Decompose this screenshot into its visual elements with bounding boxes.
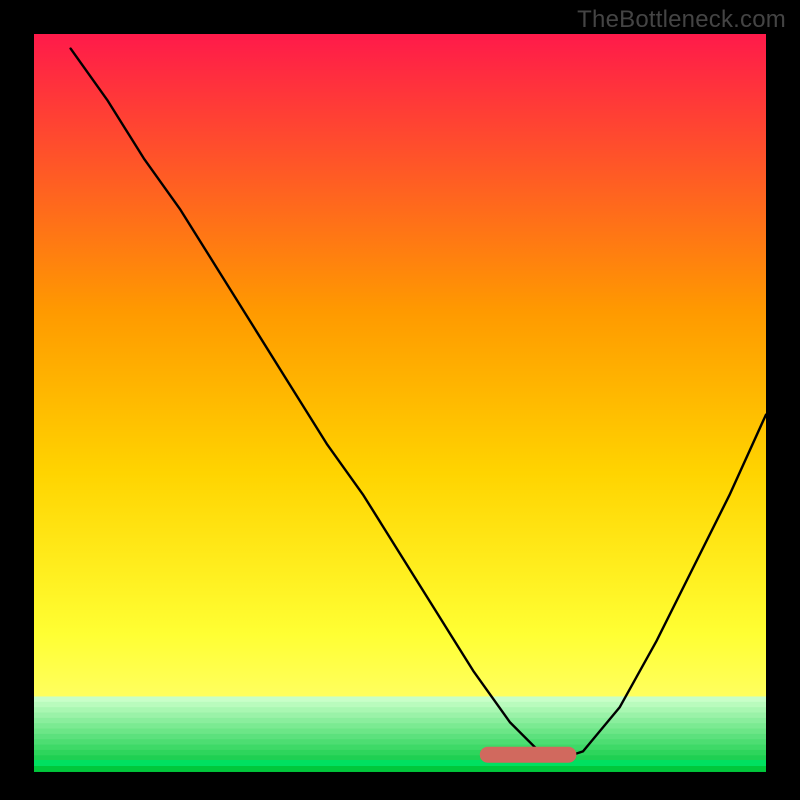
bottleneck-chart	[0, 0, 800, 800]
plot-background	[34, 34, 766, 766]
plot-area	[34, 34, 766, 772]
chart-stage: TheBottleneck.com	[0, 0, 800, 800]
green-bands	[34, 696, 766, 772]
watermark-text: TheBottleneck.com	[577, 6, 786, 34]
